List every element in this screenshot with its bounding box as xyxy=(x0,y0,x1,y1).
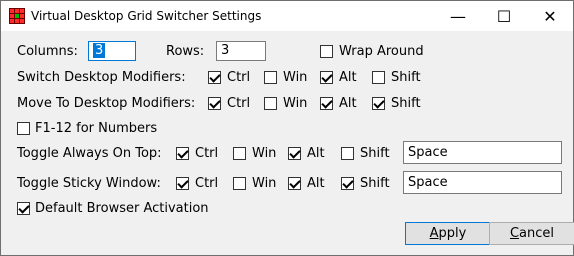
sticky-shift-checkbox[interactable] xyxy=(341,177,354,190)
sticky-alt-label: Alt xyxy=(307,176,325,191)
rows-input[interactable]: 3 xyxy=(216,41,266,61)
switch-alt-checkbox[interactable] xyxy=(320,71,333,84)
close-icon: ✕ xyxy=(543,6,557,26)
switch-modifiers-label: Switch Desktop Modifiers: xyxy=(17,70,186,85)
top-shift-checkbox[interactable] xyxy=(341,147,354,160)
toggle-top-key-input[interactable]: Space xyxy=(403,141,562,164)
top-win-label: Win xyxy=(252,146,277,161)
move-alt-checkbox[interactable] xyxy=(320,97,333,110)
sticky-ctrl-checkbox[interactable] xyxy=(176,177,189,190)
sticky-win-checkbox[interactable] xyxy=(233,177,246,190)
sticky-win-label: Win xyxy=(252,176,277,191)
top-shift-label: Shift xyxy=(360,146,390,161)
switch-alt-label: Alt xyxy=(339,70,357,85)
window-title: Virtual Desktop Grid Switcher Settings xyxy=(31,9,262,23)
close-button[interactable]: ✕ xyxy=(527,1,573,31)
wrap-around-label: Wrap Around xyxy=(339,44,424,59)
wrap-around-checkbox[interactable] xyxy=(320,45,333,58)
apply-accel: A xyxy=(429,226,439,241)
title-bar: Virtual Desktop Grid Switcher Settings —… xyxy=(1,1,573,31)
top-ctrl-checkbox[interactable] xyxy=(176,147,189,160)
apply-rest: pply xyxy=(438,226,467,241)
switch-ctrl-checkbox[interactable] xyxy=(208,71,221,84)
toggle-top-key-value: Space xyxy=(408,145,448,160)
rows-value: 3 xyxy=(221,43,230,58)
browser-activation-checkbox[interactable] xyxy=(17,202,30,215)
move-win-checkbox[interactable] xyxy=(264,97,277,110)
toggle-sticky-label: Toggle Sticky Window: xyxy=(17,176,161,191)
switch-shift-checkbox[interactable] xyxy=(372,71,385,84)
top-win-checkbox[interactable] xyxy=(233,147,246,160)
maximize-icon: ☐ xyxy=(496,6,512,26)
columns-label: Columns: xyxy=(17,44,78,59)
cancel-button[interactable]: Cancel xyxy=(489,222,574,245)
settings-window: Virtual Desktop Grid Switcher Settings —… xyxy=(0,0,574,256)
move-shift-label: Shift xyxy=(391,96,421,111)
cancel-accel: C xyxy=(509,226,520,241)
cancel-rest: ancel xyxy=(519,226,555,241)
top-ctrl-label: Ctrl xyxy=(195,146,219,161)
sticky-shift-label: Shift xyxy=(360,176,390,191)
toggle-top-label: Toggle Always On Top: xyxy=(17,146,162,161)
app-grid-icon xyxy=(9,8,25,24)
browser-activation-label: Default Browser Activation xyxy=(35,201,209,216)
rows-label: Rows: xyxy=(166,44,205,59)
switch-win-label: Win xyxy=(283,70,308,85)
switch-ctrl-label: Ctrl xyxy=(227,70,251,85)
toggle-sticky-key-value: Space xyxy=(408,175,448,190)
move-win-label: Win xyxy=(283,96,308,111)
move-modifiers-label: Move To Desktop Modifiers: xyxy=(17,96,196,111)
top-alt-checkbox[interactable] xyxy=(288,147,301,160)
move-ctrl-label: Ctrl xyxy=(227,96,251,111)
move-ctrl-checkbox[interactable] xyxy=(208,97,221,110)
columns-input[interactable]: 3 xyxy=(88,41,136,61)
top-alt-label: Alt xyxy=(307,146,325,161)
minimize-button[interactable]: — xyxy=(435,1,481,31)
minimize-icon: — xyxy=(450,6,466,26)
sticky-alt-checkbox[interactable] xyxy=(288,177,301,190)
sticky-ctrl-label: Ctrl xyxy=(195,176,219,191)
switch-shift-label: Shift xyxy=(391,70,421,85)
f1-12-checkbox[interactable] xyxy=(17,122,30,135)
apply-button[interactable]: Apply xyxy=(405,222,491,245)
switch-win-checkbox[interactable] xyxy=(264,71,277,84)
f1-12-label: F1-12 for Numbers xyxy=(35,121,158,136)
move-alt-label: Alt xyxy=(339,96,357,111)
maximize-button[interactable]: ☐ xyxy=(481,1,527,31)
columns-value: 3 xyxy=(93,43,106,58)
move-shift-checkbox[interactable] xyxy=(372,97,385,110)
toggle-sticky-key-input[interactable]: Space xyxy=(403,171,562,194)
